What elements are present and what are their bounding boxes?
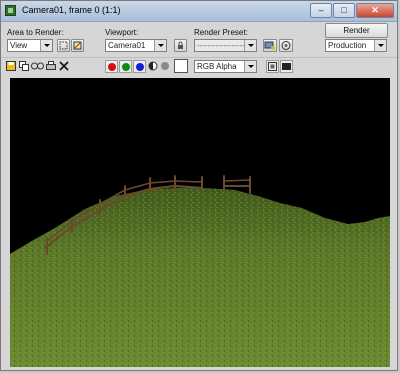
title-bar[interactable]: Camera01, frame 0 (1:1) – □ ✕ — [1, 1, 397, 22]
render-preset-label: Render Preset: — [194, 28, 248, 37]
viewport-select[interactable]: Camera01 — [105, 39, 167, 52]
viewport-value: Camera01 — [108, 41, 146, 50]
lock-viewport-button[interactable] — [174, 39, 187, 52]
render-preset-select[interactable]: --------------------- — [194, 39, 257, 52]
lock-icon — [178, 41, 183, 49]
green-channel-toggle[interactable] — [119, 60, 132, 73]
environment-effects-button[interactable] — [279, 39, 293, 52]
red-channel-toggle[interactable] — [105, 60, 118, 73]
rendered-frame-window: Camera01, frame 0 (1:1) – □ ✕ Area to Re… — [0, 0, 398, 371]
window-bottom-border — [1, 367, 397, 370]
chevron-down-icon — [154, 40, 166, 51]
maximize-icon[interactable]: □ — [333, 3, 355, 18]
chevron-down-icon — [244, 40, 256, 51]
area-to-render-label: Area to Render: — [7, 28, 64, 37]
display-channel-value: RGB Alpha — [197, 62, 237, 71]
blue-channel-toggle[interactable] — [133, 60, 146, 73]
chevron-down-icon — [374, 40, 386, 51]
green-channel-icon — [122, 63, 130, 71]
production-select[interactable]: Production — [325, 39, 387, 52]
render-button[interactable]: Render — [325, 23, 388, 38]
print-image-icon[interactable] — [46, 61, 56, 71]
red-channel-icon — [108, 63, 116, 71]
monochrome-icon[interactable] — [161, 62, 169, 70]
clone-frame-window-icon[interactable] — [31, 61, 44, 71]
auto-region-selected-button[interactable] — [71, 39, 84, 52]
clear-icon[interactable] — [59, 61, 69, 71]
render-setup-icon — [264, 41, 275, 50]
rendered-image — [10, 78, 390, 367]
blue-channel-icon — [136, 63, 144, 71]
auto-region-icon — [73, 41, 82, 50]
copy-image-icon[interactable] — [19, 61, 29, 71]
chevron-down-icon — [244, 61, 256, 72]
edit-region-icon — [59, 41, 68, 50]
render-frame-window-icon — [5, 5, 16, 16]
window-controls: – □ ✕ — [310, 3, 394, 18]
color-swatch[interactable] — [174, 59, 188, 73]
area-to-render-value: View — [10, 41, 28, 50]
toggle-ui-icon — [282, 63, 291, 70]
rendered-scene — [10, 78, 390, 367]
chevron-down-icon — [40, 40, 52, 51]
render-controls: Area to Render: View Viewport: Camera01 — [1, 22, 397, 57]
area-to-render-select[interactable]: View — [7, 39, 53, 52]
environment-icon — [281, 41, 291, 50]
frame-toolbar: RGB Alpha — [1, 57, 397, 75]
toggle-ui-button[interactable] — [280, 60, 293, 73]
ui-overlay-icon — [268, 62, 277, 71]
display-channel-select[interactable]: RGB Alpha — [194, 60, 257, 73]
edit-region-button[interactable] — [57, 39, 70, 52]
minimize-icon[interactable]: – — [310, 3, 332, 18]
save-image-icon[interactable] — [6, 61, 16, 71]
production-value: Production — [328, 41, 367, 50]
viewport-label: Viewport: — [105, 28, 139, 37]
render-setup-button[interactable] — [263, 39, 277, 52]
window-title: Camera01, frame 0 (1:1) — [22, 5, 121, 15]
alpha-channel-icon[interactable] — [148, 61, 158, 71]
close-icon[interactable]: ✕ — [356, 3, 394, 18]
toggle-ui-overlay-button[interactable] — [266, 60, 279, 73]
